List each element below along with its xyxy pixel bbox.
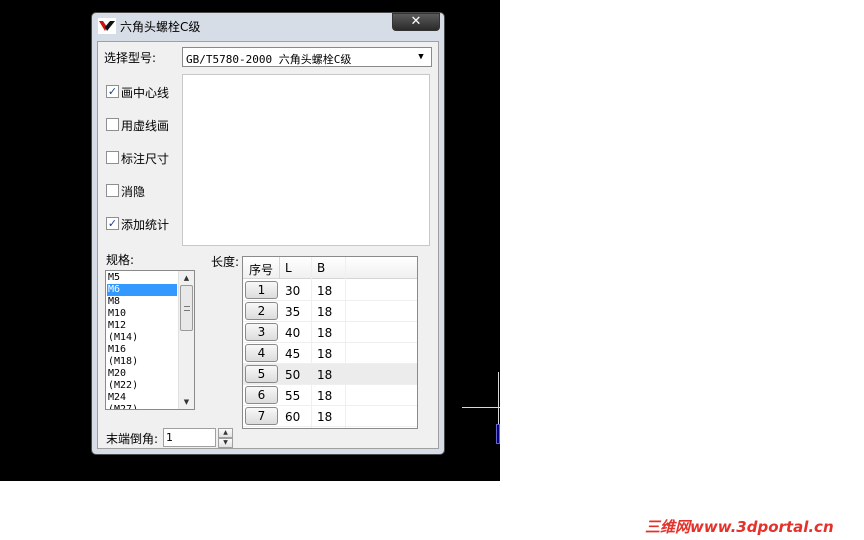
row-select-button[interactable]: 5 xyxy=(245,365,278,383)
table-row[interactable]: 6 55 18 xyxy=(243,385,417,406)
column-header-b: B xyxy=(317,261,326,275)
cell-length: 50 xyxy=(285,368,301,382)
spec-list[interactable]: M5 M6 M8 M10 M12 (M14) M16 (M18) M20 (M22) M24 (M27… xyxy=(107,272,177,409)
cell-length: 40 xyxy=(285,326,301,340)
table-row[interactable]: 1 30 18 xyxy=(243,280,417,301)
length-label: 长度: xyxy=(211,255,240,269)
row-select-button[interactable]: 2 xyxy=(245,302,278,320)
grip-icon xyxy=(184,306,190,311)
cursor-crosshair-horizontal xyxy=(462,407,500,408)
chevron-down-icon[interactable]: ▼ xyxy=(413,49,429,65)
scroll-up-icon[interactable]: ▲ xyxy=(179,271,194,285)
list-item[interactable]: M5 xyxy=(107,272,177,284)
scroll-thumb[interactable] xyxy=(180,285,193,331)
ucs-icon xyxy=(496,424,500,444)
row-select-button[interactable]: 6 xyxy=(245,386,278,404)
row-select-button[interactable]: 1 xyxy=(245,281,278,299)
app-logo-icon xyxy=(98,18,116,34)
list-item[interactable]: (M18) xyxy=(107,356,177,368)
chamfer-input[interactable] xyxy=(164,429,214,446)
length-table: 序号 L B 1 30 18 2 35 18 3 40 18 4 45 18 5 50 18 6 55 18 7 60… xyxy=(242,256,418,429)
option-label: 消隐 xyxy=(121,185,146,199)
cell-thread-length: 18 xyxy=(317,326,333,340)
table-row[interactable]: 2 35 18 xyxy=(243,301,417,322)
spec-listbox[interactable]: M5 M6 M8 M10 M12 (M14) M16 (M18) M20 (M22) M24 (M27… xyxy=(105,270,195,410)
model-select[interactable]: GB/T5780-2000 六角头螺栓C级 ▼ xyxy=(182,47,432,67)
column-divider xyxy=(279,257,280,279)
model-selected-value: GB/T5780-2000 六角头螺栓C级 xyxy=(186,53,352,66)
checkbox-hide[interactable] xyxy=(106,184,119,197)
cell-length: 55 xyxy=(285,389,301,403)
spec-label: 规格: xyxy=(106,253,135,267)
table-row[interactable]: 5 50 18 xyxy=(243,364,417,385)
list-item[interactable]: M12 xyxy=(107,320,177,332)
table-row[interactable]: 3 40 18 xyxy=(243,322,417,343)
checkbox-dashed-line[interactable] xyxy=(106,118,119,131)
close-button[interactable]: ✕ xyxy=(392,13,440,31)
cell-thread-length: 18 xyxy=(317,305,333,319)
cell-length: 45 xyxy=(285,347,301,361)
checkbox-center-line[interactable]: ✓ xyxy=(106,85,119,98)
list-item[interactable]: M8 xyxy=(107,296,177,308)
list-item[interactable]: (M22) xyxy=(107,380,177,392)
cell-thread-length: 18 xyxy=(317,368,333,382)
cell-thread-length: 18 xyxy=(317,347,333,361)
list-item[interactable]: M16 xyxy=(107,344,177,356)
cell-length: 35 xyxy=(285,305,301,319)
table-row[interactable]: 7 60 18 xyxy=(243,406,417,427)
row-select-button[interactable]: 3 xyxy=(245,323,278,341)
row-select-button[interactable]: 7 xyxy=(245,407,278,425)
bolt-dialog: 六角头螺栓C级 ✕ 选择型号: GB/T5780-2000 六角头螺栓C级 ▼ … xyxy=(91,12,445,455)
list-item[interactable]: M20 xyxy=(107,368,177,380)
cell-thread-length: 18 xyxy=(317,389,333,403)
row-select-button[interactable]: 4 xyxy=(245,344,278,362)
model-label: 选择型号: xyxy=(104,51,157,65)
list-item[interactable]: (M14) xyxy=(107,332,177,344)
spin-up-icon[interactable]: ▲ xyxy=(218,428,233,438)
cell-thread-length: 18 xyxy=(317,410,333,424)
table-row[interactable]: 4 45 18 xyxy=(243,343,417,364)
option-label: 用虚线画 xyxy=(121,119,170,133)
checkbox-dimension[interactable] xyxy=(106,151,119,164)
option-label: 标注尺寸 xyxy=(121,152,170,166)
list-item[interactable]: (M27) xyxy=(107,404,177,409)
chamfer-field[interactable] xyxy=(163,428,216,447)
cell-length: 60 xyxy=(285,410,301,424)
chamfer-label: 末端倒角: xyxy=(106,432,159,446)
close-icon: ✕ xyxy=(410,14,422,29)
title-bar[interactable]: 六角头螺栓C级 ✕ xyxy=(92,13,444,37)
preview-pane xyxy=(182,74,430,246)
column-header-no: 序号 xyxy=(249,263,274,277)
spin-down-icon[interactable]: ▼ xyxy=(218,438,233,448)
window-title: 六角头螺栓C级 xyxy=(120,20,201,34)
checkbox-statistics[interactable]: ✓ xyxy=(106,217,119,230)
list-item[interactable]: M24 xyxy=(107,392,177,404)
table-header: 序号 L B xyxy=(243,257,417,279)
option-label: 添加统计 xyxy=(121,218,170,232)
cell-thread-length: 18 xyxy=(317,284,333,298)
site-watermark: 三维网www.3dportal.cn xyxy=(645,518,834,536)
column-header-l: L xyxy=(285,261,292,275)
list-item[interactable]: M6 xyxy=(107,284,177,296)
list-item[interactable]: M10 xyxy=(107,308,177,320)
option-label: 画中心线 xyxy=(121,86,170,100)
cell-length: 30 xyxy=(285,284,301,298)
spec-scrollbar[interactable]: ▲ ▼ xyxy=(178,271,194,409)
dialog-body: 选择型号: GB/T5780-2000 六角头螺栓C级 ▼ ✓ 画中心线 用虚线… xyxy=(97,41,439,449)
scroll-down-icon[interactable]: ▼ xyxy=(179,395,194,409)
